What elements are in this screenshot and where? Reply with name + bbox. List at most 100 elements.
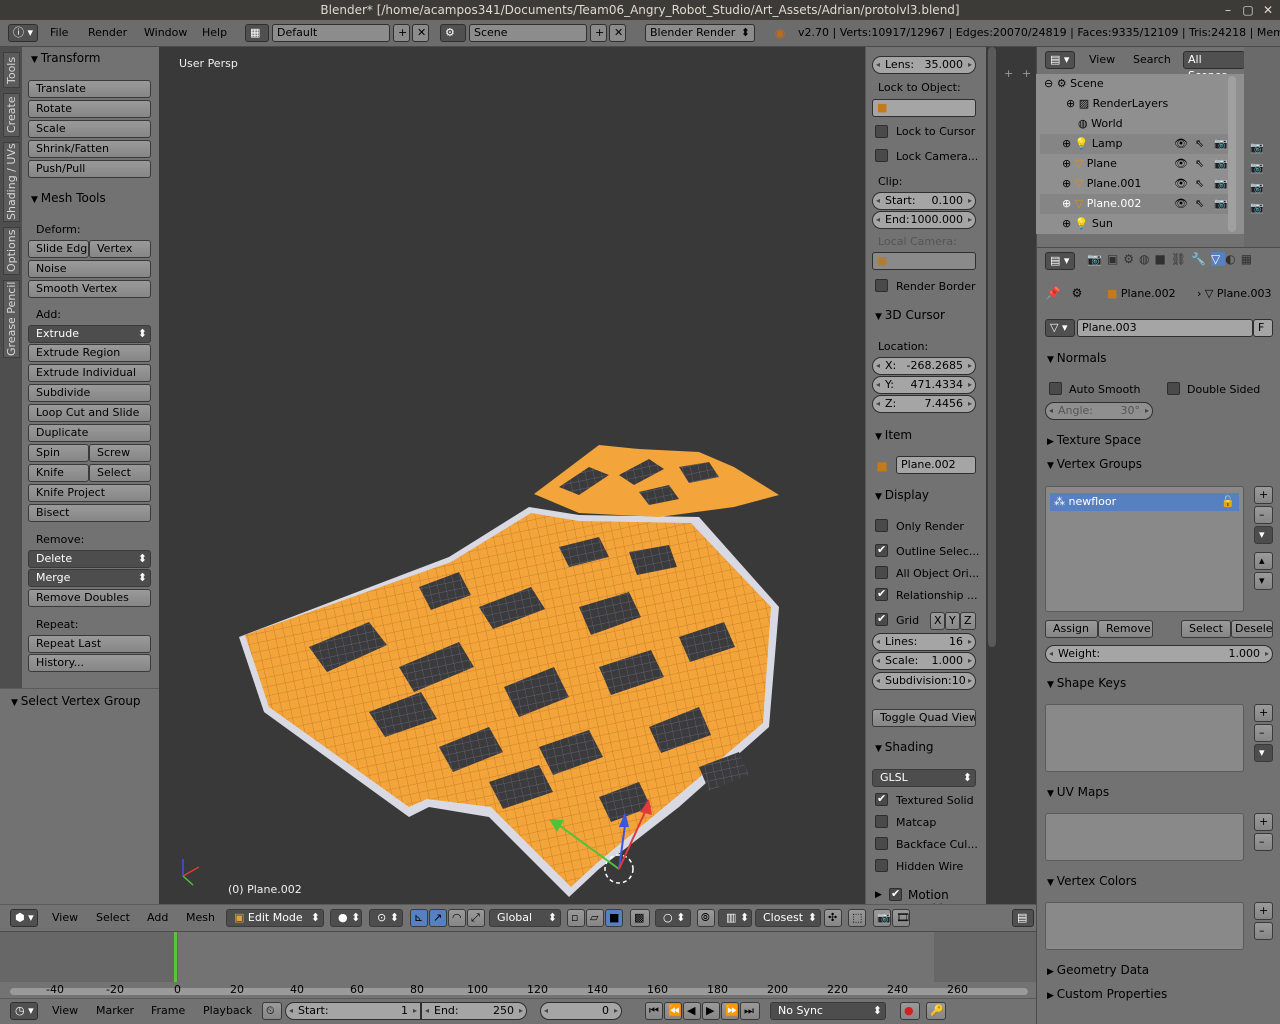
scale-manipulator-icon[interactable]: ⤢ (467, 909, 485, 927)
visibility-icon[interactable]: 👁 (1174, 174, 1188, 194)
pivot-point-select[interactable]: ⊙ ⬍ (369, 909, 403, 927)
start-frame-field[interactable]: Start: 1 (285, 1002, 421, 1020)
tab-tools[interactable]: Tools (3, 52, 20, 88)
render-image-icon[interactable]: 📷 (873, 909, 891, 927)
timeline-menu-playback[interactable]: Playback (203, 1004, 252, 1017)
select-vertex-group-panel-header[interactable]: Select Vertex Group (11, 694, 141, 708)
pin-icon[interactable]: 📌 (1045, 285, 1061, 301)
editor-type-outliner-icon[interactable]: ▤ ▾ (1045, 51, 1075, 69)
outliner-menu-search[interactable]: Search (1133, 53, 1171, 66)
knife-select-button[interactable]: Select (89, 464, 151, 482)
grid-subdivision-field[interactable]: Subdivision:10 (872, 672, 976, 690)
tab-create[interactable]: Create (3, 93, 20, 137)
outliner-scrollbar[interactable] (1228, 76, 1236, 232)
selectability-icon[interactable]: ⇖ (1195, 174, 1204, 194)
manipulator-toggle-icon[interactable]: ⊾ (410, 909, 428, 927)
extrude-dropdown[interactable]: Extrude ⬍ (28, 325, 151, 343)
uv-maps-panel-header[interactable]: UV Maps (1047, 785, 1109, 799)
play-reverse-icon[interactable]: ◀ (683, 1002, 701, 1020)
snap-toggle-icon[interactable]: ⦾ (697, 909, 715, 927)
outliner-item-plane[interactable]: ⊕ ▽ Plane 👁 ⇖ 📷 (1040, 154, 1236, 174)
shading-mode-dropdown[interactable]: GLSL ⬍ (872, 769, 976, 787)
render-animation-icon[interactable]: 🎞 (892, 909, 910, 927)
auto-smooth-checkbox[interactable] (1049, 382, 1062, 395)
record-icon[interactable]: ● (900, 1002, 920, 1020)
jump-end-icon[interactable]: ⏭ (740, 1002, 760, 1020)
selectability-icon[interactable]: ⇖ (1195, 134, 1204, 154)
grid-x-toggle[interactable]: X (930, 612, 945, 630)
editor-type-properties-icon[interactable]: ▤ ▾ (1045, 252, 1075, 270)
vertex-groups-panel-header[interactable]: Vertex Groups (1047, 457, 1142, 471)
add-shape-key-icon[interactable]: + (1254, 704, 1273, 722)
screen-layout-icon[interactable]: ▦ (245, 24, 269, 42)
knife-project-button[interactable]: Knife Project (28, 484, 151, 502)
editor-type-timeline-icon[interactable]: ◷ ▾ (10, 1002, 38, 1020)
backface-culling-checkbox[interactable] (875, 837, 888, 850)
bisect-button[interactable]: Bisect (28, 504, 151, 522)
maximize-icon[interactable]: ▢ (1240, 0, 1256, 20)
minimize-icon[interactable]: – (1220, 0, 1236, 20)
limit-selection-icon[interactable]: ▩ (630, 909, 650, 927)
render-restrict-icon[interactable]: 📷 (1250, 141, 1264, 154)
remove-vertex-group-icon[interactable]: – (1254, 506, 1273, 524)
editor-type-info-icon[interactable]: ⓘ ▾ (8, 24, 38, 42)
scene-field[interactable]: Scene (469, 24, 587, 42)
outliner-item-plane-002[interactable]: ⊕ ▽ Plane.002 👁 ⇖ 📷 (1040, 194, 1236, 214)
history-button[interactable]: History... (28, 654, 151, 672)
split-area-plus-icon[interactable]: + (1004, 67, 1013, 80)
render-restrict-icon-4[interactable]: 📷 (1250, 201, 1264, 214)
transform-panel-header[interactable]: Transform (31, 51, 101, 65)
proportional-edit-select[interactable]: ○ ⬍ (655, 909, 691, 927)
split-area-plus-icon-2[interactable]: + (1022, 67, 1031, 80)
outliner-display-mode-select[interactable]: All Scenes (1183, 51, 1245, 82)
preview-range-icon[interactable]: ⏲ (262, 1002, 282, 1020)
motion-tracking-checkbox[interactable] (889, 887, 902, 901)
remove-scene-icon[interactable]: ✕ (609, 24, 626, 42)
timeline-scrollbar[interactable] (10, 988, 1028, 995)
matcap-checkbox[interactable] (875, 815, 888, 828)
menu-help[interactable]: Help (202, 26, 227, 39)
item-name-field[interactable]: Plane.002 (896, 456, 976, 474)
vertex-group-specials-icon[interactable]: ▾ (1254, 526, 1273, 544)
editor-type-3d-icon[interactable]: ⬢ ▾ (10, 909, 38, 927)
relationship-lines-checkbox[interactable] (875, 587, 888, 601)
translate-button[interactable]: Translate (28, 80, 151, 98)
current-frame-field[interactable]: 0 (540, 1002, 622, 1020)
sync-mode-select[interactable]: No Sync ⬍ (770, 1002, 886, 1020)
remove-vertex-color-icon[interactable]: – (1254, 922, 1273, 940)
select-button[interactable]: Select (1181, 620, 1231, 638)
vertex-select-icon[interactable]: ▫ (567, 909, 585, 927)
tab-grease-pencil[interactable]: Grease Pencil (3, 280, 20, 358)
end-frame-field[interactable]: End: 250 (421, 1002, 527, 1020)
renderability-icon[interactable]: 📷 (1214, 134, 1228, 154)
selectability-icon[interactable]: ⇖ (1195, 154, 1204, 174)
outliner-item-renderlayers[interactable]: ⊕ ▨ RenderLayers (1040, 94, 1236, 114)
motion-tracking-panel-header[interactable] (875, 887, 882, 900)
timeline-menu-frame[interactable]: Frame (151, 1004, 185, 1017)
extrude-individual-button[interactable]: Extrude Individual (28, 364, 151, 382)
shrink-fatten-button[interactable]: Shrink/Fatten (28, 140, 151, 158)
toggle-quad-view-button[interactable]: Toggle Quad View (872, 709, 976, 727)
grid-lines-field[interactable]: Lines: 16 (872, 633, 976, 651)
only-render-checkbox[interactable] (875, 519, 888, 532)
geometry-data-panel-header[interactable]: Geometry Data (1047, 963, 1149, 977)
scene-icon[interactable]: ⚙ (440, 24, 466, 42)
clip-end-field[interactable]: End:1000.000 (872, 211, 976, 229)
outliner-item-sun[interactable]: ⊕ 💡 Sun (1040, 214, 1236, 230)
remove-doubles-button[interactable]: Remove Doubles (28, 589, 151, 607)
noise-button[interactable]: Noise (28, 260, 151, 278)
subdivide-button[interactable]: Subdivide (28, 384, 151, 402)
item-panel-header[interactable]: Item (875, 428, 912, 442)
add-layout-icon[interactable]: + (393, 24, 410, 42)
grid-z-toggle[interactable]: Z (960, 612, 976, 630)
vertex-group-item[interactable]: ⁂ newfloor 🔓 (1050, 493, 1239, 511)
outliner-menu-view[interactable]: View (1089, 53, 1115, 66)
add-vertex-group-icon[interactable]: + (1254, 486, 1273, 504)
weight-field[interactable]: Weight: 1.000 (1045, 645, 1273, 663)
hidden-wire-checkbox[interactable] (875, 859, 888, 872)
outliner-item-scene[interactable]: ⊖ ⚙ Scene (1040, 74, 1236, 94)
mesh-browse-icon[interactable]: ▽ ▾ (1045, 319, 1075, 337)
lock-cursor-checkbox[interactable] (875, 125, 888, 138)
tab-shading-uvs[interactable]: Shading / UVs (3, 142, 20, 222)
lock-object-field[interactable]: ■ (872, 99, 976, 117)
